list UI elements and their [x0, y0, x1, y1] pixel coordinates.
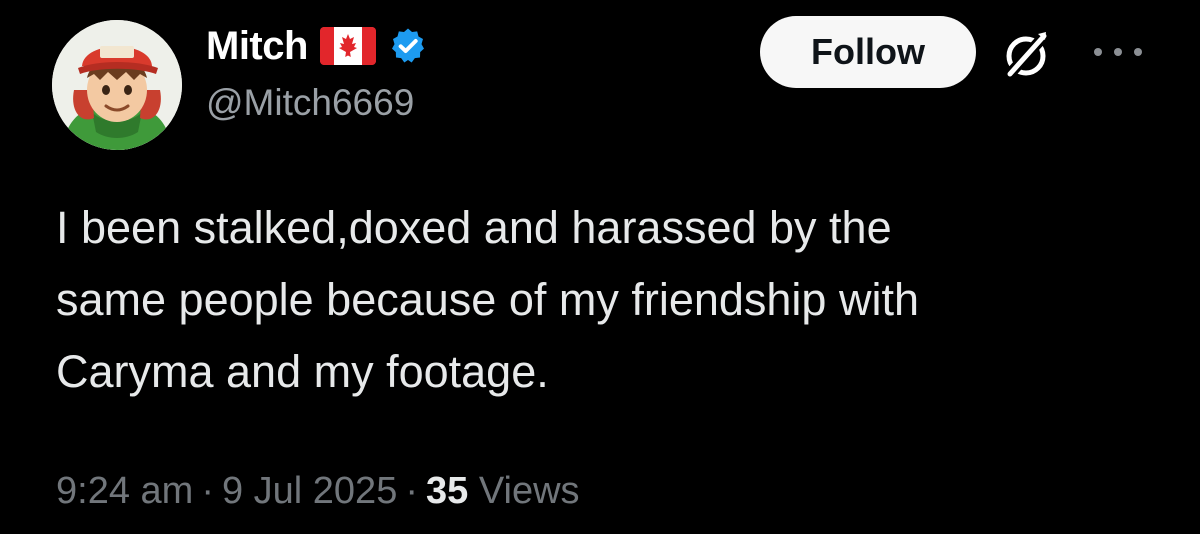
tweet-text-line: Caryma and my footage.: [56, 346, 549, 397]
tweet-text-line: I been stalked,doxed and harassed by the: [56, 202, 892, 253]
more-dot-icon: [1094, 48, 1102, 56]
follow-button[interactable]: Follow: [760, 16, 976, 88]
views-count: 35: [426, 470, 469, 512]
avatar-cartoon-icon: [52, 20, 182, 150]
tweet-text-line: same people because of my friendship wit…: [56, 274, 919, 325]
avatar[interactable]: [52, 20, 182, 150]
tweet-meta: 9:24 am · 9 Jul 2025 · 35 Views: [56, 470, 580, 513]
more-dot-icon: [1114, 48, 1122, 56]
author-name-row: Mitch: [206, 18, 428, 74]
views-label: Views: [478, 470, 580, 512]
meta-separator: ·: [201, 470, 214, 512]
canada-flag-icon: [319, 27, 376, 65]
tweet-time[interactable]: 9:24 am: [56, 470, 193, 512]
tweet-card: Mitch @Mitch6669 Follow I been stalked,d…: [0, 0, 1200, 534]
verified-badge-icon: [388, 26, 428, 66]
more-options-icon[interactable]: [1094, 40, 1142, 64]
grok-icon[interactable]: [998, 26, 1054, 82]
meta-separator: ·: [405, 470, 418, 512]
author-handle[interactable]: @Mitch6669: [206, 82, 414, 124]
tweet-text: I been stalked,doxed and harassed by the…: [56, 192, 1166, 408]
tweet-date[interactable]: 9 Jul 2025: [222, 470, 397, 512]
more-dot-icon: [1134, 48, 1142, 56]
author-display-name[interactable]: Mitch: [206, 24, 308, 69]
